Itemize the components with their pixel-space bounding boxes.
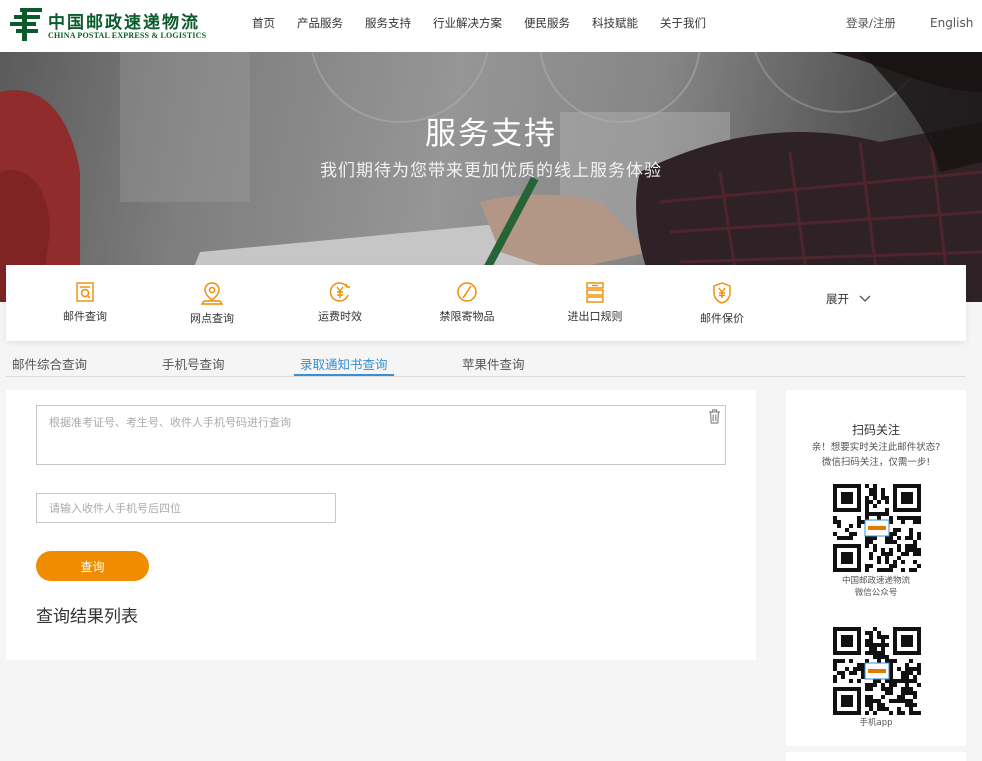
header: 中国邮政速递物流 CHINA POSTAL EXPRESS & LOGISTIC… [0, 0, 982, 52]
query-panel: 查询 查询结果列表 [6, 390, 756, 660]
follow-sidebar: 扫码关注 亲！想要实时关注此邮件状态? 微信扫码关注，仅需一步! 中国邮政速递物… [786, 390, 966, 746]
wechat-qr-code-icon [833, 484, 921, 572]
nav-convenience[interactable]: 便民服务 [524, 15, 570, 31]
yuan-clock-icon [329, 282, 350, 302]
prohibited-icon [457, 282, 477, 302]
phone-last4-input[interactable] [37, 494, 335, 522]
service-mail-insurance[interactable]: 邮件保价 [677, 281, 767, 326]
main-nav: 首页 产品服务 服务支持 行业解决方案 便民服务 科技赋能 关于我们 [252, 15, 728, 31]
logo[interactable]: 中国邮政速递物流 CHINA POSTAL EXPRESS & LOGISTIC… [10, 6, 210, 44]
sidebar-desc-line2: 微信扫码关注，仅需一步! [821, 457, 931, 468]
location-pin-icon [201, 282, 223, 305]
service-label: 邮件保价 [700, 312, 744, 325]
search-doc-icon [76, 282, 94, 302]
phone-field-wrapper [36, 493, 336, 523]
nav-service-support[interactable]: 服务支持 [365, 15, 411, 31]
query-button[interactable]: 查询 [36, 551, 149, 581]
logo-chinese-name: 中国邮政速递物流 [48, 13, 200, 33]
service-label: 邮件查询 [63, 310, 107, 323]
service-label: 运费时效 [318, 310, 362, 323]
hero-title: 服务支持 [425, 116, 557, 152]
nav-industry-solutions[interactable]: 行业解决方案 [433, 15, 502, 31]
result-list-title: 查询结果列表 [36, 607, 138, 627]
shield-yuan-icon [713, 282, 731, 304]
service-outlet-query[interactable]: 网点查询 [167, 281, 257, 326]
service-label: 禁限寄物品 [439, 310, 495, 323]
query-textarea-wrapper [36, 405, 726, 465]
service-label: 进出口规则 [567, 310, 623, 323]
app-qr-code-icon [833, 627, 921, 715]
language-switch[interactable]: English [930, 15, 973, 31]
trash-icon [709, 409, 720, 424]
nav-home[interactable]: 首页 [252, 15, 275, 31]
qr1-caption-line2: 微信公众号 [854, 588, 898, 598]
service-import-export-rules[interactable]: 进出口规则 [550, 281, 640, 324]
expand-label: 展开 [826, 292, 849, 306]
nav-technology[interactable]: 科技赋能 [592, 15, 638, 31]
sidebar-title: 扫码关注 [851, 423, 900, 437]
login-register-link[interactable]: 登录/注册 [846, 15, 896, 31]
service-quick-links: 邮件查询 网点查询 运费时效 禁限寄物品 进出口规则 邮件保价 展开 [6, 265, 966, 341]
query-tabs: 邮件综合查询 手机号查询 录取通知书查询 苹果件查询 [6, 350, 966, 377]
service-freight-time[interactable]: 运费时效 [295, 281, 385, 324]
query-textarea[interactable] [37, 406, 725, 464]
expand-services-button[interactable]: 展开 [826, 291, 871, 307]
qr1-caption-line1: 中国邮政速递物流 [841, 576, 910, 586]
tab-apple-query[interactable]: 苹果件查询 [462, 354, 525, 376]
sidebar-secondary-panel [786, 752, 966, 761]
sidebar-description: 亲！想要实时关注此邮件状态? 微信扫码关注，仅需一步! [786, 440, 966, 470]
china-post-logo-icon [10, 8, 42, 41]
logo-english-name: CHINA POSTAL EXPRESS & LOGISTICS [48, 31, 207, 40]
nav-products[interactable]: 产品服务 [297, 15, 343, 31]
service-prohibited-items[interactable]: 禁限寄物品 [422, 281, 512, 324]
sidebar-desc-line1: 亲！想要实时关注此邮件状态? [811, 442, 941, 453]
rules-icon [586, 282, 604, 303]
tab-comprehensive-query[interactable]: 邮件综合查询 [12, 354, 87, 376]
chevron-down-icon [859, 295, 871, 302]
qr1-caption: 中国邮政速递物流 微信公众号 [786, 575, 966, 599]
service-mail-query[interactable]: 邮件查询 [40, 281, 130, 324]
clear-button[interactable] [708, 409, 721, 428]
qr2-caption: 手机app [859, 718, 893, 728]
tab-phone-query[interactable]: 手机号查询 [162, 354, 225, 376]
service-label: 网点查询 [190, 312, 234, 325]
hero-subtitle: 我们期待为您带来更加优质的线上服务体验 [320, 161, 662, 181]
tab-admission-letter-query[interactable]: 录取通知书查询 [294, 354, 394, 376]
nav-about-us[interactable]: 关于我们 [660, 15, 706, 31]
